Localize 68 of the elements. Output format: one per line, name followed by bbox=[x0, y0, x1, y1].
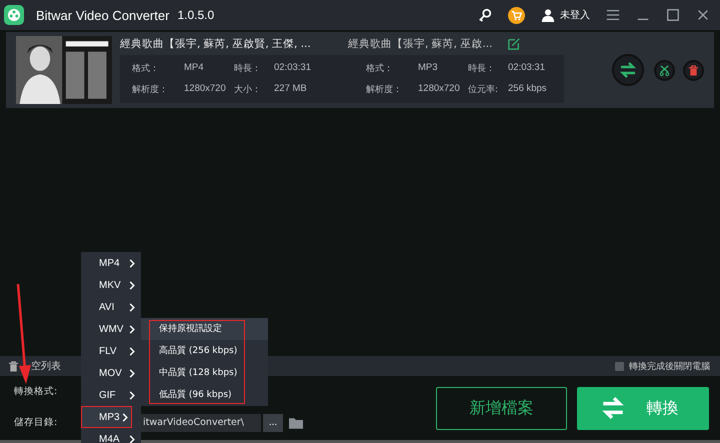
format-menu-item[interactable]: AVI bbox=[81, 296, 141, 318]
quality-menu-item[interactable]: 中品質 (128 kbps) bbox=[141, 362, 268, 384]
add-file-button[interactable]: 新增檔案 bbox=[436, 386, 567, 430]
trash-icon[interactable] bbox=[8, 360, 19, 372]
format-menu-item[interactable]: MKV bbox=[81, 274, 141, 296]
scissors-icon bbox=[659, 64, 670, 76]
property-value: 1280x720 bbox=[418, 83, 461, 96]
chevron-icon bbox=[129, 302, 135, 312]
quality-menu-item[interactable]: 保持原視訊設定 bbox=[141, 318, 268, 340]
menu-icon[interactable] bbox=[606, 8, 620, 22]
maximize-icon[interactable] bbox=[666, 8, 680, 22]
folder-icon[interactable] bbox=[289, 416, 303, 428]
format-menu-item[interactable]: MP4 bbox=[81, 252, 141, 274]
shutdown-label: 轉換完成後關閉電腦 bbox=[629, 360, 710, 372]
chevron-icon bbox=[129, 280, 135, 290]
property-value: 02:03:31 bbox=[274, 62, 312, 75]
property-label: 解析度： bbox=[132, 84, 169, 96]
property-label: 位元率: bbox=[468, 84, 500, 96]
app-title: Bitwar Video Converter bbox=[36, 8, 170, 22]
chevron-icon bbox=[129, 324, 135, 334]
chevron-icon bbox=[129, 258, 135, 268]
property-label: 時長： bbox=[468, 62, 496, 75]
user-icon[interactable] bbox=[541, 8, 555, 22]
output-file-title: 經典歌曲【張宇, 蘇芮, 巫啟... bbox=[348, 37, 494, 51]
format-menu-item[interactable]: MP3 bbox=[81, 406, 132, 428]
format-menu-item[interactable]: M4A bbox=[81, 428, 141, 443]
property-value: 02:03:31 bbox=[508, 62, 546, 75]
format-label: 轉換格式: bbox=[14, 384, 58, 398]
save-path-field[interactable]: itwarVideoConverter\ bbox=[141, 414, 261, 432]
browse-button[interactable]: ... bbox=[263, 414, 283, 432]
convert-file-button[interactable] bbox=[612, 54, 644, 86]
chevron-icon bbox=[122, 412, 128, 422]
cart-icon[interactable] bbox=[508, 6, 525, 24]
property-value: 227 MB bbox=[274, 83, 308, 96]
save-folder-label: 儲存目錄: bbox=[14, 416, 58, 429]
format-menu-item[interactable]: WMV bbox=[81, 318, 141, 340]
key-icon[interactable] bbox=[478, 8, 492, 22]
chevron-icon bbox=[129, 346, 135, 356]
swap-arrows-icon bbox=[600, 395, 626, 421]
chevron-icon bbox=[129, 434, 135, 443]
property-label: 格式： bbox=[132, 62, 160, 75]
login-link[interactable]: 未登入 bbox=[560, 8, 590, 22]
app-logo-icon bbox=[4, 5, 24, 25]
clear-list-label[interactable]: 空列表 bbox=[31, 359, 61, 373]
property-value: MP3 bbox=[418, 62, 439, 75]
property-value: 1280x720 bbox=[184, 83, 227, 96]
chevron-icon bbox=[129, 368, 135, 378]
property-value: MP4 bbox=[184, 62, 205, 75]
chevron-icon bbox=[129, 390, 135, 400]
property-value: 256 kbps bbox=[508, 83, 548, 96]
property-label: 時長： bbox=[234, 62, 262, 75]
property-label: 解析度： bbox=[366, 84, 403, 96]
cut-button[interactable] bbox=[654, 60, 675, 80]
shutdown-checkbox[interactable] bbox=[615, 362, 624, 370]
format-menu-item[interactable]: FLV bbox=[81, 340, 141, 362]
app-version: 1.0.5.0 bbox=[177, 8, 214, 22]
format-menu-item[interactable]: GIF bbox=[81, 384, 141, 406]
swap-arrows-icon bbox=[618, 60, 638, 80]
source-file-title: 經典歌曲【張宇, 蘇芮, 巫啟賢, 王傑, ... bbox=[120, 37, 312, 51]
quality-menu-item[interactable]: 高品質 (256 kbps) bbox=[141, 340, 268, 362]
format-menu-item[interactable]: MOV bbox=[81, 362, 141, 384]
close-icon[interactable] bbox=[696, 8, 710, 22]
edit-icon[interactable] bbox=[508, 38, 520, 50]
delete-button[interactable] bbox=[683, 60, 704, 80]
quality-menu-item[interactable]: 低品質 (96 kbps) bbox=[141, 384, 268, 406]
property-label: 大小： bbox=[234, 84, 262, 96]
property-label: 格式： bbox=[366, 62, 394, 75]
trash-icon bbox=[688, 64, 699, 76]
